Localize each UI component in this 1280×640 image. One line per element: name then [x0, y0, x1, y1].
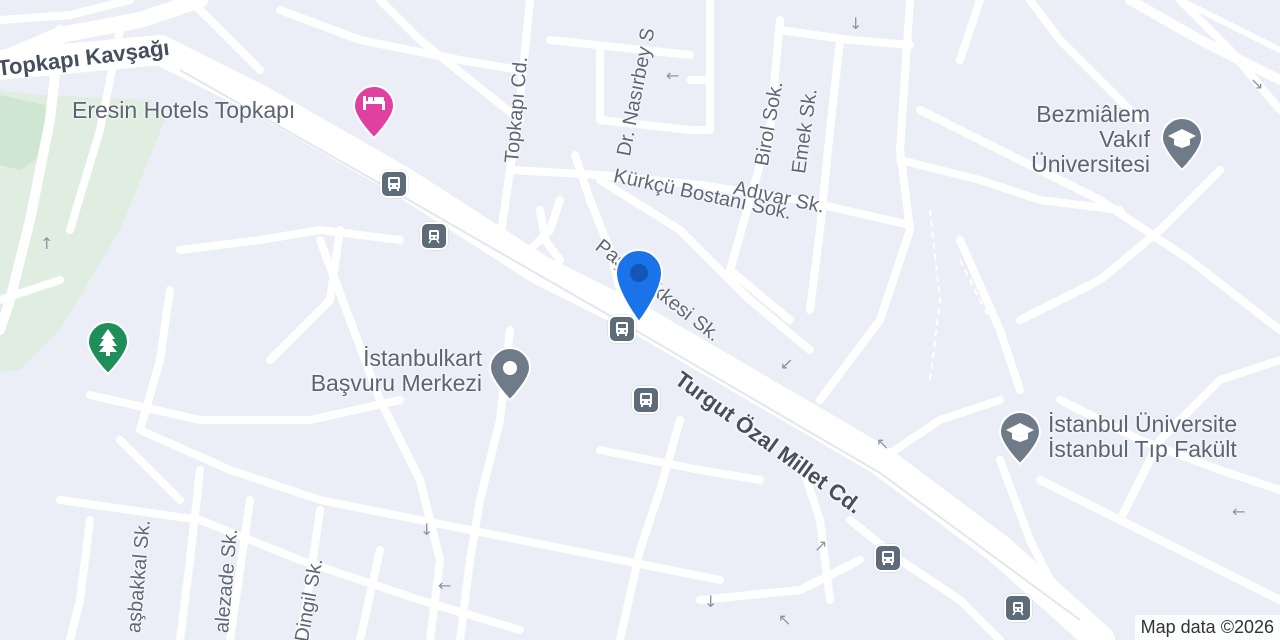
- one-way-arrow-icon: ↗: [814, 536, 828, 555]
- place-label-tip-fakultesi[interactable]: İstanbul Üniversite İstanbul Tıp Fakült: [1048, 412, 1237, 462]
- tram-stop-icon[interactable]: [1004, 594, 1032, 622]
- map-attribution: Map data ©2026: [1134, 615, 1280, 640]
- one-way-arrow-icon: ↖: [876, 434, 890, 453]
- hotel-icon[interactable]: [350, 84, 398, 140]
- university-icon[interactable]: [996, 408, 1044, 466]
- map-pin-icon[interactable]: [612, 246, 666, 324]
- tree-icon[interactable]: [84, 318, 132, 376]
- bus-stop-icon[interactable]: [608, 315, 636, 343]
- one-way-arrow-icon: ↑: [40, 234, 54, 253]
- one-way-arrow-icon: ↘: [1250, 74, 1264, 93]
- one-way-arrow-icon: ↓: [420, 520, 434, 539]
- one-way-arrow-icon: ↓: [849, 14, 863, 33]
- place-label-istanbulkart[interactable]: İstanbulkart Başvuru Merkezi: [262, 346, 482, 396]
- one-way-arrow-icon: ↙: [780, 354, 794, 373]
- place-label-bezmialem[interactable]: Bezmiâlem Vakıf Üniversitesi: [1000, 101, 1150, 176]
- bus-stop-icon[interactable]: [632, 386, 660, 414]
- bus-stop-icon[interactable]: [874, 544, 902, 572]
- place-icon[interactable]: [486, 344, 534, 402]
- tram-stop-icon[interactable]: [420, 222, 448, 250]
- one-way-arrow-icon: ↓: [704, 592, 718, 611]
- place-label-eresin[interactable]: Eresin Hotels Topkapı: [72, 98, 295, 123]
- bus-stop-icon[interactable]: [380, 170, 408, 198]
- one-way-arrow-icon: ↖: [778, 610, 792, 629]
- one-way-arrow-icon: ←: [1232, 502, 1246, 521]
- university-icon[interactable]: [1158, 114, 1206, 172]
- one-way-arrow-icon: ←: [666, 66, 680, 85]
- map-canvas[interactable]: Topkapı Kavşağı Topkapı Cd. Dr. Nasırbey…: [0, 0, 1280, 640]
- one-way-arrow-icon: ←: [438, 576, 452, 595]
